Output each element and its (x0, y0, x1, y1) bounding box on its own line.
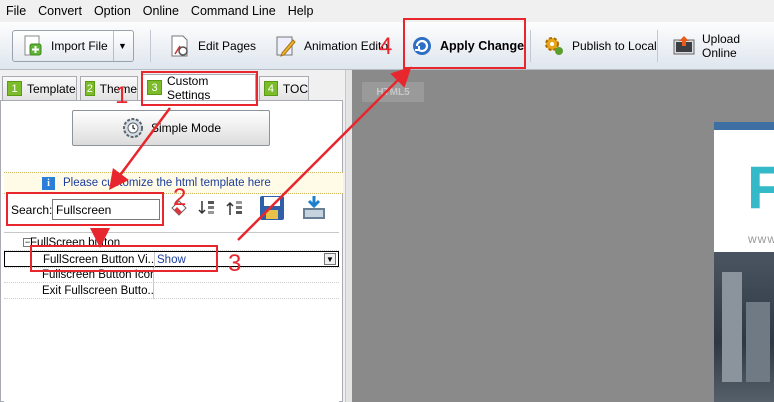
sort-down-button[interactable] (196, 194, 218, 222)
toolbar-divider (150, 30, 151, 62)
menu-convert[interactable]: Convert (32, 0, 88, 22)
setting-name: Exit Fullscreen Butto... (4, 283, 154, 299)
annotation-number-4: 4 (379, 33, 393, 60)
sort-down-icon (198, 201, 214, 215)
book-title-letter: F (747, 154, 774, 221)
simple-mode-button[interactable]: Simple Mode (72, 110, 270, 146)
menu-bar: File Convert Option Online Command Line … (0, 0, 774, 22)
setting-value[interactable] (154, 283, 339, 299)
import-dropdown-icon[interactable]: ▼ (113, 31, 131, 61)
chevron-down-icon[interactable]: ▼ (324, 253, 336, 265)
tab-number-badge: 4 (264, 81, 278, 96)
settings-panel: 1 Template 2 Theme 3 Custom Settings 4 T… (0, 70, 345, 402)
import-file-icon (24, 35, 42, 56)
simple-mode-label: Simple Mode (150, 121, 222, 135)
annotation-box-4 (403, 18, 526, 69)
book-preview: HTML5 F www (352, 70, 774, 402)
tab-number-badge: 2 (85, 81, 95, 96)
animation-editor-icon (276, 36, 296, 57)
publish-local-button[interactable]: Publish to Local (542, 30, 657, 62)
book-url-text: www (748, 232, 774, 246)
book-page[interactable]: F www (714, 122, 774, 402)
book-cover-photo (714, 252, 774, 402)
panel-splitter[interactable] (345, 70, 352, 402)
annotation-number-3: 3 (228, 250, 242, 277)
toolbar-divider (530, 30, 531, 62)
save-icon (260, 196, 284, 220)
toolbar-divider (657, 30, 658, 62)
menu-online[interactable]: Online (137, 0, 185, 22)
clock-gear-icon (122, 118, 143, 138)
tab-number-badge: 1 (7, 81, 22, 96)
annotation-box-1 (141, 71, 258, 106)
upload-online-button[interactable]: Upload Online (672, 30, 774, 62)
menu-option[interactable]: Option (88, 0, 137, 22)
edit-pages-icon (171, 35, 188, 57)
animation-editor-button[interactable]: Animation Edito (274, 30, 388, 62)
import-file-label: Import File (51, 39, 108, 53)
tab-toc[interactable]: 4 TOC (259, 76, 309, 100)
upload-online-icon (673, 36, 695, 55)
tab-label: TOC (282, 81, 308, 96)
info-icon: i (42, 176, 55, 190)
tab-label: Template (27, 81, 76, 96)
sort-up-button[interactable] (224, 194, 246, 222)
annotation-number-1: 1 (115, 82, 129, 109)
tab-template[interactable]: 1 Template (2, 76, 77, 100)
annotation-box-3 (30, 245, 218, 272)
menu-help[interactable]: Help (282, 0, 320, 22)
annotation-number-2: 2 (173, 184, 187, 211)
animation-editor-label: Animation Edito (304, 39, 389, 53)
info-text: Please customize the html template here (63, 177, 271, 189)
table-row[interactable]: Exit Fullscreen Butto... (4, 283, 339, 299)
tab-theme[interactable]: 2 Theme (80, 76, 138, 100)
load-icon (303, 196, 325, 219)
book-header-strip (714, 122, 774, 130)
menu-file[interactable]: File (0, 0, 32, 22)
load-settings-button[interactable] (298, 194, 330, 222)
sort-up-icon (226, 201, 242, 215)
edit-pages-button[interactable]: Edit Pages (168, 30, 256, 62)
import-file-button[interactable]: Import File ▼ (12, 30, 134, 62)
publish-gear-icon (545, 37, 563, 55)
edit-pages-label: Edit Pages (198, 39, 257, 53)
upload-online-label: Upload Online (702, 32, 741, 60)
save-settings-button[interactable] (256, 194, 288, 222)
annotation-box-2 (6, 192, 164, 226)
html5-badge: HTML5 (362, 82, 424, 102)
publish-local-label: Publish to Local (572, 39, 657, 53)
menu-command-line[interactable]: Command Line (185, 0, 282, 22)
